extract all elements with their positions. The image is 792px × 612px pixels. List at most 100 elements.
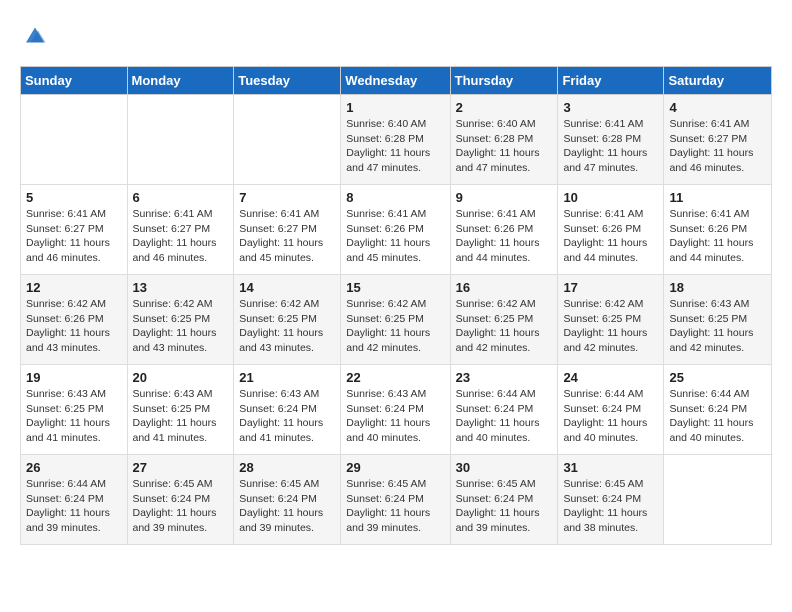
sunrise-text: Sunrise: 6:44 AM	[669, 387, 766, 402]
calendar-cell: 9Sunrise: 6:41 AMSunset: 6:26 PMDaylight…	[450, 185, 558, 275]
sunset-text: Sunset: 6:27 PM	[669, 132, 766, 147]
day-number: 30	[456, 460, 553, 475]
day-info: Sunrise: 6:41 AMSunset: 6:28 PMDaylight:…	[563, 117, 658, 176]
sunset-text: Sunset: 6:25 PM	[346, 312, 444, 327]
calendar-cell: 21Sunrise: 6:43 AMSunset: 6:24 PMDayligh…	[234, 365, 341, 455]
day-info: Sunrise: 6:42 AMSunset: 6:25 PMDaylight:…	[456, 297, 553, 356]
day-number: 7	[239, 190, 335, 205]
daylight-text: Daylight: 11 hours	[239, 326, 335, 341]
sunrise-text: Sunrise: 6:42 AM	[346, 297, 444, 312]
sunrise-text: Sunrise: 6:41 AM	[669, 207, 766, 222]
day-number: 14	[239, 280, 335, 295]
sunset-text: Sunset: 6:26 PM	[669, 222, 766, 237]
sunrise-text: Sunrise: 6:41 AM	[239, 207, 335, 222]
daylight-text-cont: and 40 minutes.	[563, 431, 658, 446]
daylight-text-cont: and 41 minutes.	[239, 431, 335, 446]
sunset-text: Sunset: 6:28 PM	[563, 132, 658, 147]
sunset-text: Sunset: 6:27 PM	[239, 222, 335, 237]
day-number: 19	[26, 370, 122, 385]
sunrise-text: Sunrise: 6:45 AM	[456, 477, 553, 492]
daylight-text: Daylight: 11 hours	[456, 146, 553, 161]
daylight-text-cont: and 43 minutes.	[133, 341, 229, 356]
day-info: Sunrise: 6:45 AMSunset: 6:24 PMDaylight:…	[563, 477, 658, 536]
daylight-text: Daylight: 11 hours	[456, 326, 553, 341]
col-thursday: Thursday	[450, 67, 558, 95]
daylight-text: Daylight: 11 hours	[456, 236, 553, 251]
daylight-text-cont: and 47 minutes.	[456, 161, 553, 176]
day-number: 10	[563, 190, 658, 205]
sunrise-text: Sunrise: 6:45 AM	[133, 477, 229, 492]
day-number: 31	[563, 460, 658, 475]
day-number: 9	[456, 190, 553, 205]
calendar-cell: 23Sunrise: 6:44 AMSunset: 6:24 PMDayligh…	[450, 365, 558, 455]
day-info: Sunrise: 6:42 AMSunset: 6:25 PMDaylight:…	[133, 297, 229, 356]
sunrise-text: Sunrise: 6:43 AM	[669, 297, 766, 312]
day-info: Sunrise: 6:42 AMSunset: 6:25 PMDaylight:…	[563, 297, 658, 356]
daylight-text-cont: and 44 minutes.	[456, 251, 553, 266]
day-info: Sunrise: 6:43 AMSunset: 6:24 PMDaylight:…	[239, 387, 335, 446]
day-number: 11	[669, 190, 766, 205]
day-number: 29	[346, 460, 444, 475]
daylight-text-cont: and 44 minutes.	[669, 251, 766, 266]
calendar-cell	[664, 455, 772, 545]
day-number: 25	[669, 370, 766, 385]
sunset-text: Sunset: 6:24 PM	[239, 402, 335, 417]
day-info: Sunrise: 6:42 AMSunset: 6:25 PMDaylight:…	[346, 297, 444, 356]
calendar-cell	[21, 95, 128, 185]
calendar-cell: 22Sunrise: 6:43 AMSunset: 6:24 PMDayligh…	[341, 365, 450, 455]
calendar-cell: 19Sunrise: 6:43 AMSunset: 6:25 PMDayligh…	[21, 365, 128, 455]
daylight-text: Daylight: 11 hours	[669, 326, 766, 341]
daylight-text: Daylight: 11 hours	[563, 326, 658, 341]
daylight-text: Daylight: 11 hours	[563, 416, 658, 431]
day-number: 28	[239, 460, 335, 475]
sunset-text: Sunset: 6:25 PM	[669, 312, 766, 327]
day-info: Sunrise: 6:42 AMSunset: 6:26 PMDaylight:…	[26, 297, 122, 356]
calendar-week-row: 26Sunrise: 6:44 AMSunset: 6:24 PMDayligh…	[21, 455, 772, 545]
calendar-cell: 29Sunrise: 6:45 AMSunset: 6:24 PMDayligh…	[341, 455, 450, 545]
calendar-cell: 17Sunrise: 6:42 AMSunset: 6:25 PMDayligh…	[558, 275, 664, 365]
day-info: Sunrise: 6:44 AMSunset: 6:24 PMDaylight:…	[456, 387, 553, 446]
daylight-text-cont: and 40 minutes.	[456, 431, 553, 446]
sunset-text: Sunset: 6:26 PM	[346, 222, 444, 237]
sunrise-text: Sunrise: 6:45 AM	[346, 477, 444, 492]
calendar-cell: 5Sunrise: 6:41 AMSunset: 6:27 PMDaylight…	[21, 185, 128, 275]
sunset-text: Sunset: 6:24 PM	[26, 492, 122, 507]
day-info: Sunrise: 6:45 AMSunset: 6:24 PMDaylight:…	[456, 477, 553, 536]
daylight-text: Daylight: 11 hours	[456, 416, 553, 431]
sunset-text: Sunset: 6:24 PM	[456, 402, 553, 417]
calendar-week-row: 1Sunrise: 6:40 AMSunset: 6:28 PMDaylight…	[21, 95, 772, 185]
day-number: 1	[346, 100, 444, 115]
daylight-text-cont: and 42 minutes.	[346, 341, 444, 356]
logo	[20, 20, 54, 50]
sunrise-text: Sunrise: 6:42 AM	[26, 297, 122, 312]
daylight-text: Daylight: 11 hours	[133, 326, 229, 341]
calendar-table: Sunday Monday Tuesday Wednesday Thursday…	[20, 66, 772, 545]
calendar-cell: 11Sunrise: 6:41 AMSunset: 6:26 PMDayligh…	[664, 185, 772, 275]
daylight-text: Daylight: 11 hours	[133, 236, 229, 251]
daylight-text: Daylight: 11 hours	[563, 506, 658, 521]
daylight-text-cont: and 45 minutes.	[239, 251, 335, 266]
calendar-cell	[127, 95, 234, 185]
day-info: Sunrise: 6:41 AMSunset: 6:26 PMDaylight:…	[346, 207, 444, 266]
calendar-cell: 6Sunrise: 6:41 AMSunset: 6:27 PMDaylight…	[127, 185, 234, 275]
sunrise-text: Sunrise: 6:41 AM	[346, 207, 444, 222]
sunrise-text: Sunrise: 6:44 AM	[563, 387, 658, 402]
day-info: Sunrise: 6:45 AMSunset: 6:24 PMDaylight:…	[133, 477, 229, 536]
sunset-text: Sunset: 6:28 PM	[456, 132, 553, 147]
sunset-text: Sunset: 6:24 PM	[563, 492, 658, 507]
day-info: Sunrise: 6:43 AMSunset: 6:25 PMDaylight:…	[133, 387, 229, 446]
daylight-text-cont: and 40 minutes.	[346, 431, 444, 446]
col-sunday: Sunday	[21, 67, 128, 95]
calendar-cell: 28Sunrise: 6:45 AMSunset: 6:24 PMDayligh…	[234, 455, 341, 545]
sunrise-text: Sunrise: 6:41 AM	[669, 117, 766, 132]
calendar-cell: 25Sunrise: 6:44 AMSunset: 6:24 PMDayligh…	[664, 365, 772, 455]
sunrise-text: Sunrise: 6:42 AM	[239, 297, 335, 312]
day-info: Sunrise: 6:41 AMSunset: 6:27 PMDaylight:…	[26, 207, 122, 266]
sunrise-text: Sunrise: 6:42 AM	[563, 297, 658, 312]
calendar-cell: 3Sunrise: 6:41 AMSunset: 6:28 PMDaylight…	[558, 95, 664, 185]
calendar-cell: 24Sunrise: 6:44 AMSunset: 6:24 PMDayligh…	[558, 365, 664, 455]
daylight-text-cont: and 39 minutes.	[456, 521, 553, 536]
daylight-text-cont: and 42 minutes.	[456, 341, 553, 356]
sunset-text: Sunset: 6:24 PM	[669, 402, 766, 417]
header-row: Sunday Monday Tuesday Wednesday Thursday…	[21, 67, 772, 95]
